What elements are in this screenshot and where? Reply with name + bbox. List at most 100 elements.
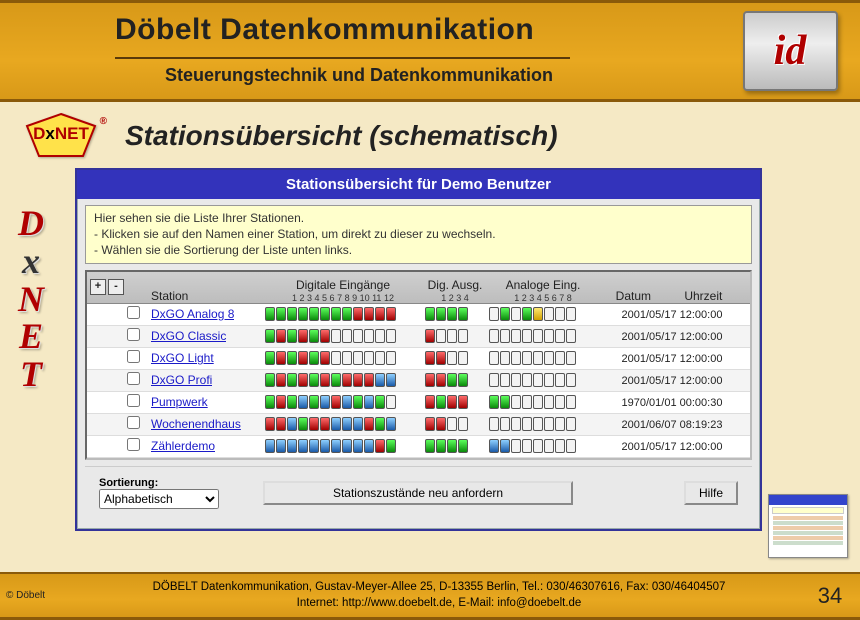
led-indicator xyxy=(555,329,565,343)
led-indicator xyxy=(287,417,297,431)
row-checkbox[interactable] xyxy=(127,438,140,451)
led-indicator xyxy=(500,307,510,321)
grid-header: + - Station Digitale Eingänge 1 2 3 4 5 … xyxy=(87,272,750,304)
sort-select[interactable]: Alphabetisch xyxy=(99,489,219,509)
led-indicator xyxy=(566,329,576,343)
copyright: © Döbelt xyxy=(0,590,78,601)
led-indicator xyxy=(447,351,457,365)
led-indicator xyxy=(331,373,341,387)
led-indicator xyxy=(489,351,499,365)
led-indicator xyxy=(555,351,565,365)
sort-label: Sortierung: xyxy=(99,477,219,489)
led-indicator xyxy=(342,439,352,453)
led-indicator xyxy=(500,329,510,343)
station-link[interactable]: Zählerdemo xyxy=(151,439,215,453)
led-indicator xyxy=(522,373,532,387)
row-checkbox[interactable] xyxy=(127,350,140,363)
row-datetime: 2001/05/17 12:00:00 xyxy=(599,439,739,453)
col-ai-header[interactable]: Analoge Eing. 1 2 3 4 5 6 7 8 xyxy=(487,278,599,303)
row-checkbox[interactable] xyxy=(127,306,140,319)
led-indicator xyxy=(309,307,319,321)
do-leds xyxy=(423,417,487,431)
app-window: Stationsübersicht für Demo Benutzer Hier… xyxy=(75,168,762,531)
led-indicator xyxy=(500,373,510,387)
logo-text: id xyxy=(774,27,807,75)
led-indicator xyxy=(353,439,363,453)
led-indicator xyxy=(287,351,297,365)
led-indicator xyxy=(522,351,532,365)
company-logo: id xyxy=(720,3,860,99)
row-checkbox[interactable] xyxy=(127,416,140,429)
window-titlebar: Stationsübersicht für Demo Benutzer xyxy=(77,170,760,199)
station-link[interactable]: DxGO Profi xyxy=(151,373,212,387)
led-indicator xyxy=(386,307,396,321)
row-datetime: 2001/05/17 12:00:00 xyxy=(599,329,739,343)
led-indicator xyxy=(436,307,446,321)
led-indicator xyxy=(320,373,330,387)
led-indicator xyxy=(265,307,275,321)
led-indicator xyxy=(375,307,385,321)
di-leds xyxy=(263,329,423,343)
led-indicator xyxy=(566,439,576,453)
led-indicator xyxy=(566,417,576,431)
led-indicator xyxy=(309,329,319,343)
led-indicator xyxy=(555,439,565,453)
led-indicator xyxy=(276,351,286,365)
grid-body: DxGO Analog 82001/05/17 12:00:00DxGO Cla… xyxy=(87,304,750,458)
dxnet-badge: DxNET ® xyxy=(15,112,107,160)
led-indicator xyxy=(522,395,532,409)
led-indicator xyxy=(458,395,468,409)
col-station-header[interactable]: Station xyxy=(151,286,263,303)
expand-all-button[interactable]: + xyxy=(90,279,106,295)
table-row: Pumpwerk1970/01/01 00:00:30 xyxy=(87,392,750,414)
registered-icon: ® xyxy=(100,116,107,127)
led-indicator xyxy=(298,329,308,343)
do-leds xyxy=(423,439,487,453)
window-footer: Sortierung: Alphabetisch Stationszuständ… xyxy=(85,466,752,523)
led-indicator xyxy=(436,395,446,409)
led-indicator xyxy=(555,395,565,409)
station-link[interactable]: DxGO Classic xyxy=(151,329,226,343)
led-indicator xyxy=(298,307,308,321)
help-button[interactable]: Hilfe xyxy=(684,481,738,505)
col-di-header[interactable]: Digitale Eingänge 1 2 3 4 5 6 7 8 9 10 1… xyxy=(263,278,423,303)
led-indicator xyxy=(489,395,499,409)
station-link[interactable]: Wochenendhaus xyxy=(151,417,241,431)
led-indicator xyxy=(511,351,521,365)
led-indicator xyxy=(342,351,352,365)
led-indicator xyxy=(276,373,286,387)
col-datetime-header[interactable]: Datum Uhrzeit xyxy=(599,287,739,303)
do-leds xyxy=(423,329,487,343)
row-checkbox[interactable] xyxy=(127,372,140,385)
station-link[interactable]: DxGO Analog 8 xyxy=(151,307,234,321)
info-line: - Wählen sie die Sortierung der Liste un… xyxy=(94,242,743,258)
refresh-button[interactable]: Stationszustände neu anfordern xyxy=(263,481,573,505)
col-do-header[interactable]: Dig. Ausg. 1 2 3 4 xyxy=(423,278,487,303)
led-indicator xyxy=(309,373,319,387)
led-indicator xyxy=(425,307,435,321)
collapse-all-button[interactable]: - xyxy=(108,279,124,295)
led-indicator xyxy=(425,417,435,431)
led-indicator xyxy=(544,373,554,387)
station-link[interactable]: DxGO Light xyxy=(151,351,214,365)
row-checkbox[interactable] xyxy=(127,328,140,341)
table-row: DxGO Light2001/05/17 12:00:00 xyxy=(87,348,750,370)
station-link[interactable]: Pumpwerk xyxy=(151,395,208,409)
led-indicator xyxy=(287,395,297,409)
led-indicator xyxy=(447,395,457,409)
row-datetime: 2001/05/17 12:00:00 xyxy=(599,373,739,387)
led-indicator xyxy=(522,417,532,431)
slide-thumbnail[interactable] xyxy=(768,494,848,558)
led-indicator xyxy=(298,373,308,387)
led-indicator xyxy=(436,439,446,453)
led-indicator xyxy=(566,395,576,409)
led-indicator xyxy=(364,417,374,431)
led-indicator xyxy=(287,329,297,343)
led-indicator xyxy=(375,439,385,453)
led-indicator xyxy=(533,373,543,387)
led-indicator xyxy=(458,351,468,365)
row-checkbox[interactable] xyxy=(127,394,140,407)
table-row: DxGO Analog 82001/05/17 12:00:00 xyxy=(87,304,750,326)
do-leds xyxy=(423,395,487,409)
led-indicator xyxy=(342,307,352,321)
